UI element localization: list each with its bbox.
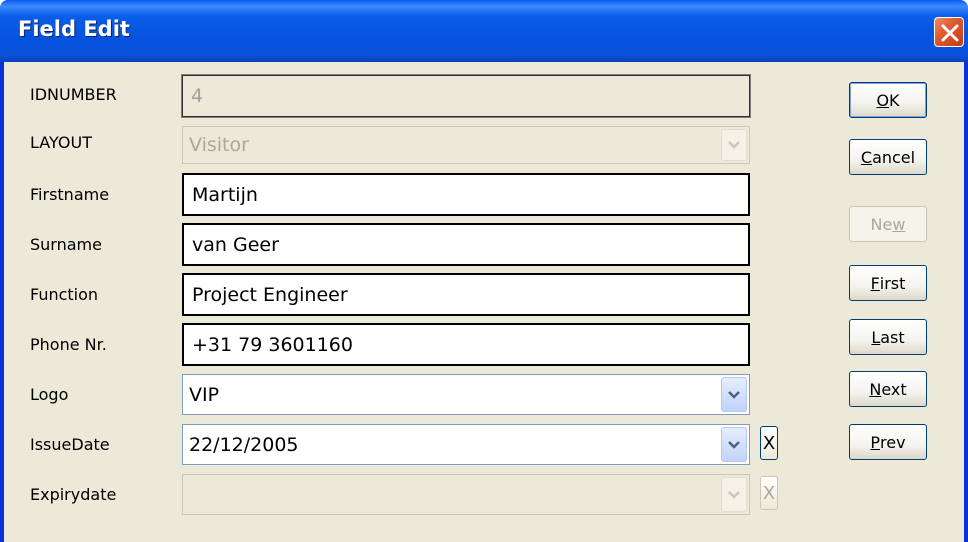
surname-value: van Geer [192,233,279,256]
cancel-mnemonic: C [860,147,873,167]
prev-label: rev [880,432,906,452]
next-label: ext [881,379,907,399]
phone-input[interactable]: +31 79 3601160 [182,323,750,366]
last-mnemonic: L [871,327,881,347]
first-mnemonic: F [870,273,880,293]
clear-expirydate-button[interactable]: X [760,476,778,510]
issuedate-value: 22/12/2005 [189,433,299,456]
expirydate-picker[interactable] [182,474,750,515]
logo-select[interactable]: VIP [182,374,750,415]
function-value: Project Engineer [192,283,348,306]
cancel-button[interactable]: Cancel [849,139,927,175]
chevron-down-icon [728,490,740,499]
label-surname: Surname [30,235,102,254]
label-firstname: Firstname [30,185,110,204]
new-label: Ne [870,214,893,234]
ok-label: K [889,90,900,110]
new-mnemonic: w [892,214,906,234]
label-issuedate: IssueDate [30,435,110,454]
title-bar[interactable]: Field Edit [0,0,968,62]
issuedate-picker[interactable]: 22/12/2005 [182,424,750,465]
label-phone: Phone Nr. [30,335,107,354]
firstname-input[interactable]: Martijn [182,173,750,216]
next-button[interactable]: Next [849,371,927,407]
cancel-label: ancel [872,147,916,167]
phone-value: +31 79 3601160 [192,333,353,356]
window-title: Field Edit [18,17,130,41]
chevron-down-icon [728,141,740,149]
chevron-down-icon [728,440,740,449]
first-label: irst [879,273,906,293]
label-expirydate: Expirydate [30,485,117,504]
expirydate-dropdown-button[interactable] [721,477,747,512]
chevron-down-icon [728,390,740,399]
function-input[interactable]: Project Engineer [182,273,750,316]
label-idnumber: IDNUMBER [30,85,117,104]
ok-button[interactable]: OK [849,82,927,118]
dialog-body: IDNUMBER LAYOUT Firstname Surname Functi… [4,62,964,542]
logo-value: VIP [189,383,220,406]
last-label: ast [880,327,905,347]
label-function: Function [30,285,99,304]
layout-dropdown-button[interactable] [721,129,747,161]
field-edit-window: Field Edit IDNUMBER LAYOUT Firstname Sur… [0,0,968,542]
idnumber-field[interactable]: 4 [181,74,751,118]
close-button[interactable] [934,17,964,47]
ok-mnemonic: O [876,90,890,110]
clear-issuedate-button[interactable]: X [760,426,778,460]
label-layout: LAYOUT [30,133,92,152]
next-mnemonic: N [869,379,882,399]
layout-select[interactable]: Visitor [182,126,750,164]
prev-button[interactable]: Prev [849,424,927,460]
issuedate-dropdown-button[interactable] [721,427,747,462]
last-button[interactable]: Last [849,319,927,355]
close-icon [941,24,959,42]
firstname-value: Martijn [192,183,258,206]
first-button[interactable]: First [849,265,927,301]
idnumber-value: 4 [191,85,204,107]
surname-input[interactable]: van Geer [182,223,750,266]
layout-value: Visitor [189,134,249,156]
logo-dropdown-button[interactable] [721,377,747,412]
new-button[interactable]: Ne w [849,206,927,242]
prev-mnemonic: P [870,432,881,452]
label-logo: Logo [30,385,69,404]
